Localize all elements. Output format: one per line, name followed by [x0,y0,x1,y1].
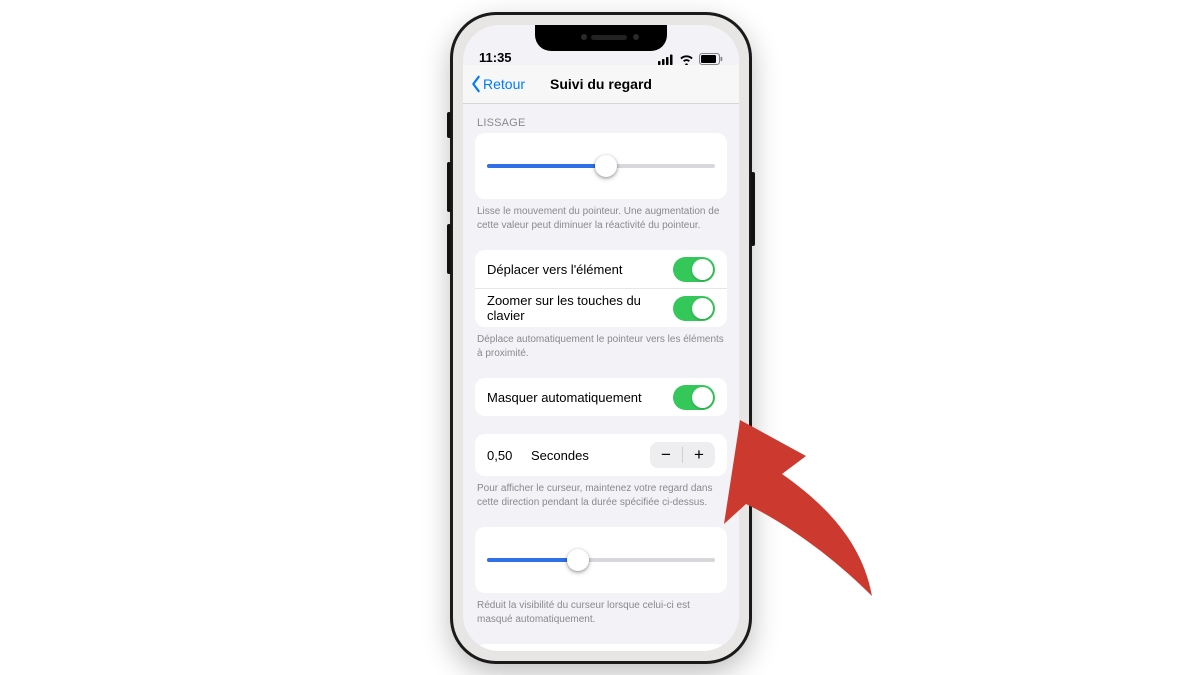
dwell-switch[interactable] [673,651,715,652]
screen: 11:35 Retour Suivi du regard LISS [463,25,739,651]
stage: 11:35 Retour Suivi du regard LISS [0,0,1200,675]
notch [535,25,667,51]
smoothing-slider-row [475,133,727,199]
snapping-footer: Déplace automatiquement le pointeur vers… [463,327,739,360]
dwell-group: Contrôle d'attente [475,644,727,651]
timing-group: 0,50 Secondes − + [475,434,727,476]
autohide-switch[interactable] [673,385,715,410]
volume-down-button [447,224,451,274]
visibility-slider-fill [487,558,578,562]
zoom-keyboard-row[interactable]: Zoomer sur les touches du clavier [475,288,727,327]
back-button[interactable]: Retour [463,75,525,93]
timing-value: 0,50 [487,448,521,463]
content[interactable]: LISSAGE Lisse le mouvement du pointeur. … [463,103,739,651]
snap-to-item-row[interactable]: Déplacer vers l'élément [475,250,727,288]
timing-row: 0,50 Secondes − + [475,434,727,476]
status-right [658,53,723,65]
chevron-left-icon [469,75,483,93]
smoothing-slider-thumb[interactable] [595,155,617,177]
autohide-label: Masquer automatiquement [487,390,673,405]
stepper-minus-button[interactable]: − [650,442,682,468]
wifi-icon [679,54,694,65]
phone-frame: 11:35 Retour Suivi du regard LISS [450,12,752,664]
smoothing-header: LISSAGE [463,103,739,133]
battery-icon [699,53,723,65]
autohide-row[interactable]: Masquer automatiquement [475,378,727,416]
snap-label: Déplacer vers l'élément [487,262,673,277]
visibility-slider[interactable] [487,558,715,562]
timing-stepper: − + [650,442,715,468]
zoom-label: Zoomer sur les touches du clavier [487,293,673,323]
smoothing-slider[interactable] [487,164,715,168]
phone-bezel: 11:35 Retour Suivi du regard LISS [453,15,749,661]
back-label: Retour [483,76,525,92]
smoothing-footer: Lisse le mouvement du pointeur. Une augm… [463,199,739,232]
timing-footer: Pour afficher le curseur, maintenez votr… [463,476,739,509]
mute-switch [447,112,451,138]
dwell-row[interactable]: Contrôle d'attente [475,644,727,651]
visibility-footer: Réduit la visibilité du curseur lorsque … [463,593,739,626]
cellular-icon [658,54,674,65]
timing-unit: Secondes [531,448,640,463]
status-time: 11:35 [479,50,512,65]
snap-switch[interactable] [673,257,715,282]
visibility-group [475,527,727,593]
autohide-group: Masquer automatiquement [475,378,727,416]
volume-up-button [447,162,451,212]
zoom-switch[interactable] [673,296,715,321]
snapping-group: Déplacer vers l'élément Zoomer sur les t… [475,250,727,327]
stepper-plus-button[interactable]: + [683,442,715,468]
nav-bar: Retour Suivi du regard [463,65,739,104]
smoothing-slider-fill [487,164,606,168]
visibility-slider-thumb[interactable] [567,549,589,571]
power-button [751,172,755,246]
visibility-slider-row [475,527,727,593]
smoothing-group [475,133,727,199]
